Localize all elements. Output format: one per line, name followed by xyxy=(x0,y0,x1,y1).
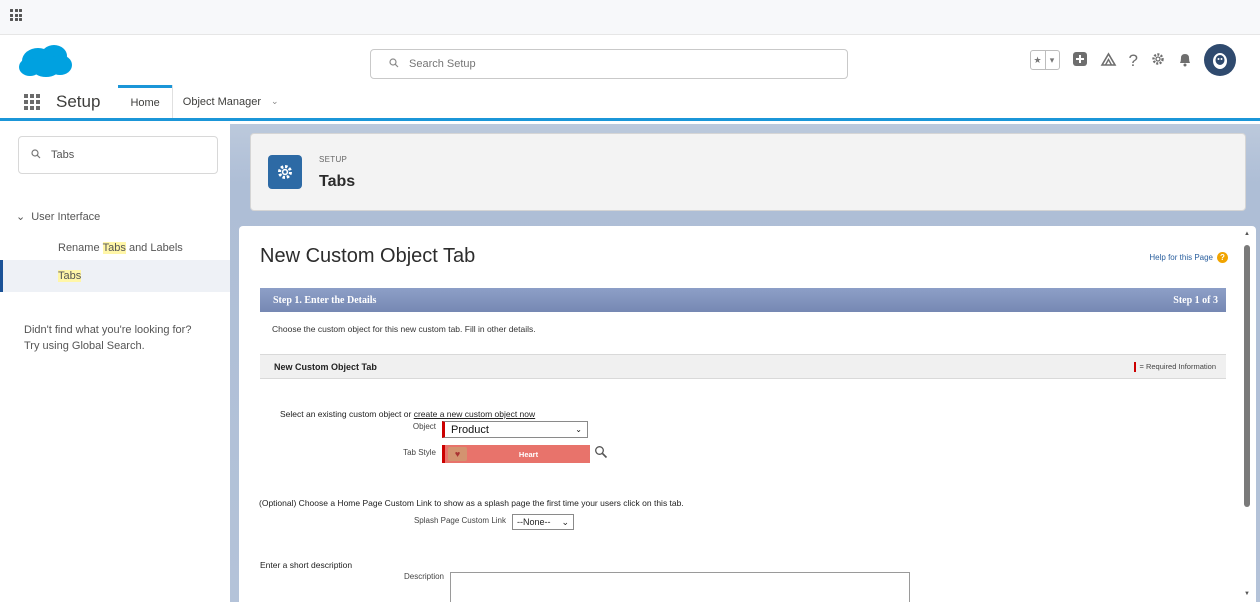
favorites-button-group[interactable]: ★ ▾ xyxy=(1029,50,1060,70)
setup-gear-icon xyxy=(268,155,302,189)
object-select[interactable]: Product ⌄ xyxy=(442,421,588,438)
salesforce-logo[interactable] xyxy=(16,40,76,85)
description-textarea[interactable] xyxy=(450,572,910,602)
search-highlight: Tabs xyxy=(102,242,126,254)
apps-grid-icon[interactable] xyxy=(10,9,22,21)
avatar[interactable] xyxy=(1204,44,1236,76)
heart-icon: ♥ xyxy=(448,447,467,461)
required-marker xyxy=(1134,361,1137,372)
quick-find-value: Tabs xyxy=(51,149,75,161)
tab-style-field[interactable]: ♥ Heart xyxy=(442,445,590,463)
search-icon xyxy=(389,57,399,71)
chevron-down-icon: ⌄ xyxy=(575,425,582,434)
browser-toolbar xyxy=(0,0,1260,35)
help-icon: ? xyxy=(1217,252,1228,263)
chevron-down-icon[interactable]: ⌄ xyxy=(271,96,279,107)
object-label: Object xyxy=(412,422,436,431)
chevron-down-icon: ⌄ xyxy=(561,516,569,527)
step-label: Step 1. Enter the Details xyxy=(273,294,377,306)
setup-sidebar: Tabs ⌄ User Interface Rename Tabs and La… xyxy=(0,124,230,602)
tree-group-label: User Interface xyxy=(31,210,101,223)
app-launcher-icon[interactable] xyxy=(24,93,40,110)
item-text: and Labels xyxy=(125,242,183,254)
app-nav-bar: Setup Home Object Manager ⌄ xyxy=(0,85,1260,121)
tab-label: Home xyxy=(130,97,160,109)
tree-group-user-interface[interactable]: ⌄ User Interface xyxy=(16,210,101,224)
app-name: Setup xyxy=(56,91,101,111)
step-description: Choose the custom object for this new cu… xyxy=(272,324,536,334)
search-highlight: Tabs xyxy=(58,270,82,282)
setup-eyebrow: SETUP xyxy=(319,155,348,164)
splash-intro: (Optional) Choose a Home Page Custom Lin… xyxy=(259,498,684,508)
scroll-up-arrow-icon[interactable]: ▲ xyxy=(1244,231,1250,237)
favorites-star-icon[interactable]: ★ xyxy=(1031,51,1045,69)
add-icon[interactable] xyxy=(1072,51,1088,70)
gear-icon[interactable] xyxy=(1150,51,1166,70)
help-link-label: Help for this Page xyxy=(1149,253,1213,262)
hint-line: Try using Global Search. xyxy=(24,340,145,352)
search-field[interactable] xyxy=(409,58,809,70)
global-header: ★ ▾ ? xyxy=(0,35,1260,85)
step-count: Step 1 of 3 xyxy=(1173,294,1218,306)
tab-home[interactable]: Home xyxy=(118,85,172,118)
chevron-down-icon[interactable]: ⌄ xyxy=(16,210,25,223)
section-title: New Custom Object Tab xyxy=(274,361,377,372)
header-actions: ★ ▾ ? xyxy=(1029,44,1236,76)
page-title: Tabs xyxy=(319,173,356,190)
required-information-legend: = Required Information xyxy=(1134,361,1216,372)
splash-selected-value: --None-- xyxy=(517,517,551,527)
setup-header-card: SETUP Tabs xyxy=(250,133,1246,211)
bell-icon[interactable] xyxy=(1178,51,1192,70)
tab-object-manager[interactable]: Object Manager ⌄ xyxy=(171,85,291,118)
trailhead-icon[interactable] xyxy=(1100,51,1117,70)
favorites-dropdown-icon[interactable]: ▾ xyxy=(1044,51,1059,69)
main-content-card: New Custom Object Tab Help for this Page… xyxy=(239,226,1256,602)
global-search-input[interactable] xyxy=(370,49,848,79)
lookup-icon[interactable] xyxy=(594,445,608,462)
form-title: New Custom Object Tab xyxy=(260,245,476,267)
section-header: New Custom Object Tab = Required Informa… xyxy=(260,354,1226,379)
scrollbar-thumb[interactable] xyxy=(1244,245,1250,507)
search-icon xyxy=(31,148,41,162)
tab-style-value: Heart xyxy=(518,449,539,459)
tab-label: Object Manager xyxy=(182,95,262,108)
help-icon[interactable]: ? xyxy=(1129,52,1138,69)
sidebar-item-tabs[interactable]: Tabs xyxy=(0,260,230,292)
step-header: Step 1. Enter the Details Step 1 of 3 xyxy=(260,288,1226,312)
hint-line: Didn't find what you're looking for? xyxy=(24,324,192,336)
item-text: Rename xyxy=(58,242,103,254)
splash-page-select[interactable]: --None-- ⌄ xyxy=(512,514,574,530)
tab-style-label: Tab Style xyxy=(403,448,436,457)
global-search-hint: Didn't find what you're looking for? Try… xyxy=(24,322,224,354)
description-label: Description xyxy=(403,572,444,581)
description-intro: Enter a short description xyxy=(260,560,353,570)
scroll-down-arrow-icon[interactable]: ▼ xyxy=(1244,591,1250,597)
select-object-intro: Select an existing custom object or crea… xyxy=(280,409,535,419)
create-custom-object-link[interactable]: create a new custom object now xyxy=(414,409,535,419)
required-info-text: = Required Information xyxy=(1139,362,1216,371)
help-for-this-page-link[interactable]: Help for this Page ? xyxy=(1149,252,1228,263)
splash-label: Splash Page Custom Link xyxy=(413,516,506,525)
quick-find-input[interactable]: Tabs xyxy=(18,136,218,174)
vertical-scrollbar[interactable]: ▲ ▼ xyxy=(1243,231,1251,597)
object-selected-value: Product xyxy=(451,423,489,436)
intro-text: Select an existing custom object or xyxy=(280,409,412,419)
